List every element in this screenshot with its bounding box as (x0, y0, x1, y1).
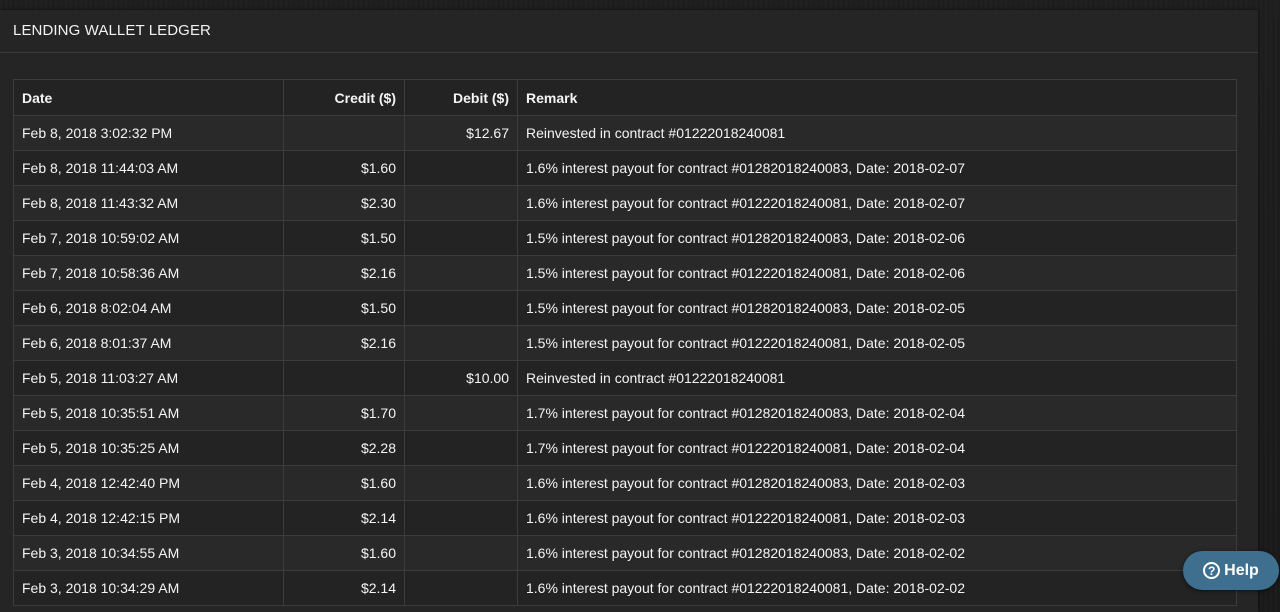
table-row: Feb 8, 2018 11:43:32 AM $2.30 1.6% interes… (13, 185, 1237, 221)
cell-credit: $2.16 (283, 325, 405, 361)
cell-date: Feb 3, 2018 10:34:55 AM (13, 535, 284, 571)
table-row: Feb 3, 2018 10:34:29 AM $2.14 1.6% interes… (13, 570, 1237, 606)
cell-debit (404, 395, 518, 431)
cell-debit (404, 570, 518, 606)
cell-remark: 1.6% interest payout for contract #01282… (517, 535, 1237, 571)
cell-date: Feb 5, 2018 11:03:27 AM (13, 360, 284, 396)
cell-date: Feb 6, 2018 8:01:37 AM (13, 325, 284, 361)
cell-debit (404, 430, 518, 466)
cell-date: Feb 7, 2018 10:59:02 AM (13, 220, 284, 256)
column-header-credit: Credit ($) (283, 79, 405, 116)
cell-date: Feb 4, 2018 12:42:15 PM (13, 500, 284, 536)
cell-credit: $1.60 (283, 150, 405, 186)
cell-debit (404, 535, 518, 571)
cell-date: Feb 3, 2018 10:34:29 AM (13, 570, 284, 606)
cell-remark: 1.6% interest payout for contract #01282… (517, 465, 1237, 501)
panel-header: LENDING WALLET LEDGER (0, 10, 1258, 53)
cell-remark: 1.6% interest payout for contract #01282… (517, 150, 1237, 186)
table-header-row: Date Credit ($) Debit ($) Remark (13, 79, 1237, 116)
cell-debit (404, 255, 518, 291)
cell-date: Feb 7, 2018 10:58:36 AM (13, 255, 284, 291)
cell-debit (404, 465, 518, 501)
cell-debit (404, 290, 518, 326)
help-button[interactable]: ? Help (1183, 551, 1279, 590)
cell-debit: $12.67 (404, 115, 518, 151)
cell-date: Feb 8, 2018 11:44:03 AM (13, 150, 284, 186)
cell-credit: $2.14 (283, 570, 405, 606)
cell-credit: $2.28 (283, 430, 405, 466)
cell-debit (404, 220, 518, 256)
cell-date: Feb 6, 2018 8:02:04 AM (13, 290, 284, 326)
ledger-table-container: Date Credit ($) Debit ($) Remark Feb 8, … (13, 79, 1237, 606)
cell-date: Feb 8, 2018 11:43:32 AM (13, 185, 284, 221)
cell-credit: $1.50 (283, 220, 405, 256)
cell-credit: $1.50 (283, 290, 405, 326)
cell-credit: $1.60 (283, 465, 405, 501)
table-row: Feb 8, 2018 11:44:03 AM $1.60 1.6% interes… (13, 150, 1237, 186)
cell-remark: Reinvested in contract #01222018240081 (517, 360, 1237, 396)
help-button-label: Help (1224, 561, 1259, 579)
ledger-panel: LENDING WALLET LEDGER Date Credit ($) De… (0, 10, 1258, 612)
cell-debit (404, 500, 518, 536)
table-row: Feb 5, 2018 10:35:51 AM $1.70 1.7% interes… (13, 395, 1237, 431)
column-header-debit: Debit ($) (404, 79, 518, 116)
cell-remark: 1.5% interest payout for contract #01222… (517, 325, 1237, 361)
table-row: Feb 5, 2018 10:35:25 AM $2.28 1.7% interes… (13, 430, 1237, 466)
cell-remark: 1.7% interest payout for contract #01222… (517, 430, 1237, 466)
table-body: Feb 8, 2018 3:02:32 PM $12.67 Reinvested i… (13, 115, 1237, 606)
cell-credit (283, 115, 405, 151)
cell-date: Feb 5, 2018 10:35:51 AM (13, 395, 284, 431)
cell-debit (404, 185, 518, 221)
panel-title: LENDING WALLET LEDGER (13, 21, 211, 39)
cell-date: Feb 5, 2018 10:35:25 AM (13, 430, 284, 466)
table-row: Feb 6, 2018 8:01:37 AM $2.16 1.5% interest… (13, 325, 1237, 361)
cell-remark: Reinvested in contract #01222018240081 (517, 115, 1237, 151)
question-circle-icon: ? (1203, 562, 1221, 579)
table-row: Feb 3, 2018 10:34:55 AM $1.60 1.6% interes… (13, 535, 1237, 571)
cell-remark: 1.6% interest payout for contract #01222… (517, 185, 1237, 221)
table-row: Feb 7, 2018 10:59:02 AM $1.50 1.5% interes… (13, 220, 1237, 256)
cell-credit: $2.30 (283, 185, 405, 221)
cell-credit: $1.70 (283, 395, 405, 431)
table-row: Feb 4, 2018 12:42:15 PM $2.14 1.6% interes… (13, 500, 1237, 536)
cell-debit: $10.00 (404, 360, 518, 396)
cell-credit: $2.14 (283, 500, 405, 536)
cell-credit: $2.16 (283, 255, 405, 291)
cell-remark: 1.7% interest payout for contract #01282… (517, 395, 1237, 431)
ledger-table: Date Credit ($) Debit ($) Remark Feb 8, … (13, 79, 1237, 606)
cell-remark: 1.5% interest payout for contract #01282… (517, 290, 1237, 326)
table-row: Feb 5, 2018 11:03:27 AM $10.00 Reinvested … (13, 360, 1237, 396)
table-row: Feb 7, 2018 10:58:36 AM $2.16 1.5% interes… (13, 255, 1237, 291)
table-row: Feb 6, 2018 8:02:04 AM $1.50 1.5% interest… (13, 290, 1237, 326)
cell-remark: 1.6% interest payout for contract #01222… (517, 570, 1237, 606)
cell-debit (404, 325, 518, 361)
cell-date: Feb 4, 2018 12:42:40 PM (13, 465, 284, 501)
cell-credit (283, 360, 405, 396)
table-row: Feb 8, 2018 3:02:32 PM $12.67 Reinvested i… (13, 115, 1237, 151)
cell-remark: 1.6% interest payout for contract #01222… (517, 500, 1237, 536)
column-header-date: Date (13, 79, 284, 116)
cell-remark: 1.5% interest payout for contract #01222… (517, 255, 1237, 291)
table-row: Feb 4, 2018 12:42:40 PM $1.60 1.6% interes… (13, 465, 1237, 501)
cell-remark: 1.5% interest payout for contract #01282… (517, 220, 1237, 256)
cell-debit (404, 150, 518, 186)
cell-date: Feb 8, 2018 3:02:32 PM (13, 115, 284, 151)
column-header-remark: Remark (517, 79, 1237, 116)
cell-credit: $1.60 (283, 535, 405, 571)
